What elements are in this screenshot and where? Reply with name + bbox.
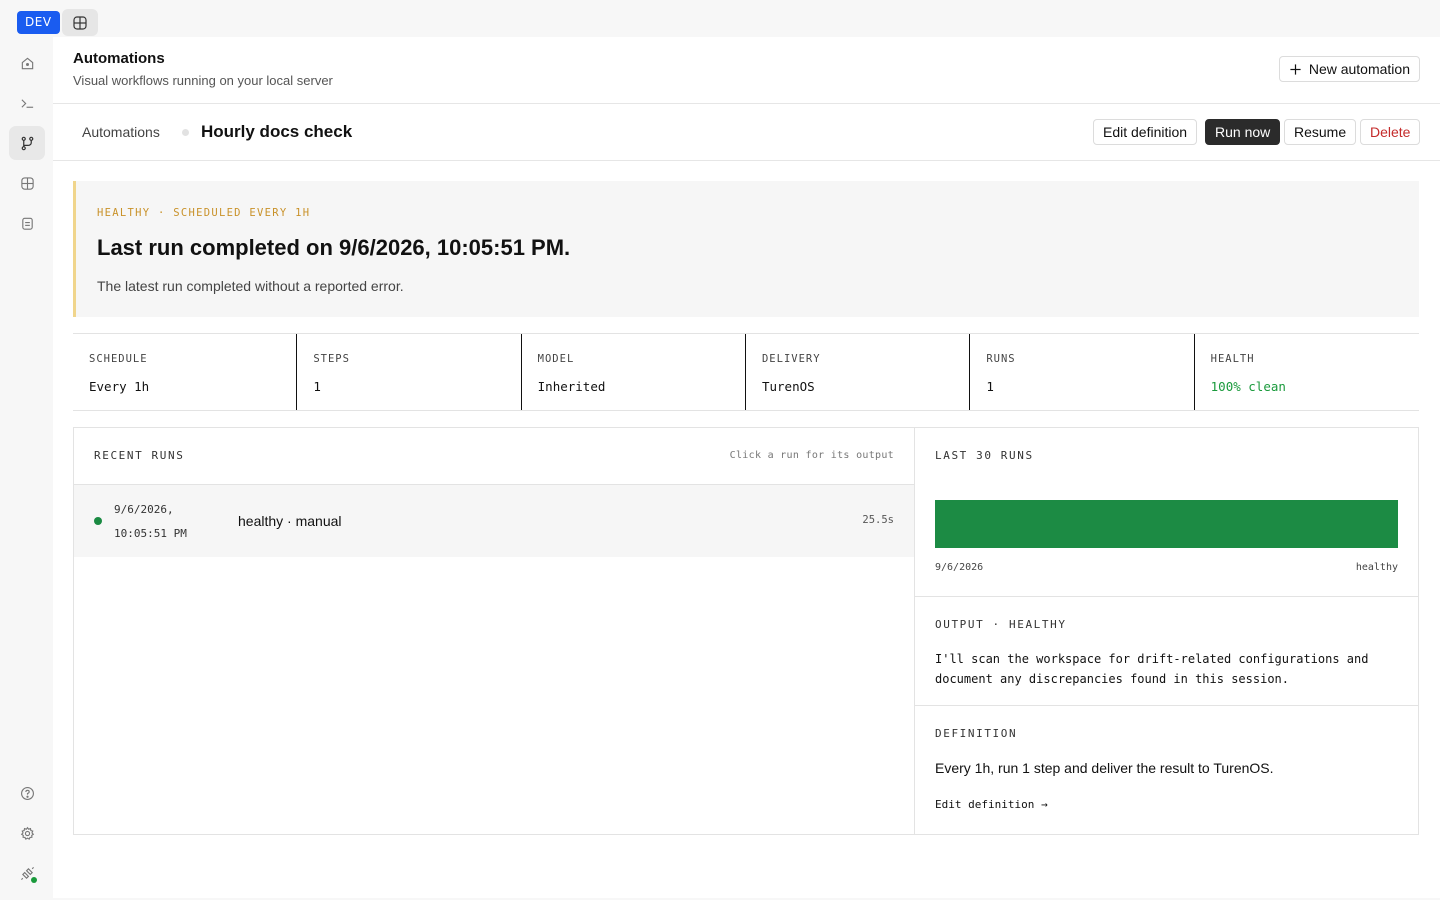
home-icon — [21, 57, 33, 69]
new-automation-label: New automation — [1308, 61, 1410, 77]
status-description: The latest run completed without a repor… — [97, 278, 404, 294]
last-runs-section: LAST 30 RUNS 9/6/2026 healthy — [915, 428, 1418, 597]
run-detail-panel: LAST 30 RUNS 9/6/2026 healthy OUTPUT · H… — [915, 428, 1418, 834]
automation-name: Hourly docs check — [201, 122, 353, 141]
edit-definition-link[interactable]: Edit definition → — [935, 798, 1048, 811]
sidebar-item-automations[interactable] — [9, 126, 45, 160]
run-history-end-label: healthy — [1355, 562, 1398, 573]
recent-runs-header: RECENT RUNS Click a run for its output — [74, 428, 914, 485]
stat-value: 100% clean — [1210, 379, 1286, 394]
definition-section: DEFINITION Every 1h, run 1 step and deli… — [915, 706, 1418, 834]
sidebar — [0, 37, 53, 900]
stat-label: DELIVERY — [761, 353, 821, 365]
stats-row: SCHEDULE Every 1h STEPS 1 MODEL Inherite… — [73, 333, 1419, 411]
run-label: healthy · manual — [238, 513, 342, 529]
breadcrumb-separator — [182, 129, 189, 136]
recent-runs-title: RECENT RUNS — [94, 449, 185, 462]
main-panel: Automations Visual workflows running on … — [53, 37, 1440, 898]
definition-text: Every 1h, run 1 step and deliver the res… — [935, 760, 1274, 776]
stat-label: STEPS — [313, 353, 350, 365]
details-grid: RECENT RUNS Click a run for its output 9… — [73, 427, 1419, 835]
stat-value: 1 — [313, 379, 321, 394]
edit-definition-button[interactable]: Edit definition — [1093, 119, 1198, 145]
run-history-start-label: 9/6/2026 — [935, 562, 984, 573]
help-icon — [20, 786, 34, 800]
recent-runs-panel: RECENT RUNS Click a run for its output 9… — [74, 428, 915, 834]
run-status-dot — [94, 517, 102, 525]
status-banner: HEALTHY · SCHEDULED EVERY 1H Last run co… — [73, 181, 1419, 317]
env-badge: DEV — [17, 11, 60, 34]
run-duration: 25.5s — [862, 514, 894, 526]
stat-label: RUNS — [986, 353, 1016, 365]
stat-value: Every 1h — [89, 379, 150, 394]
sidebar-connection[interactable] — [9, 856, 45, 890]
run-date: 9/6/2026, 10:05:51 PM — [114, 503, 187, 540]
stat-label: SCHEDULE — [89, 353, 148, 365]
recent-runs-hint: Click a run for its output — [729, 450, 894, 461]
definition-title: DEFINITION — [935, 727, 1018, 740]
terminal-icon — [20, 98, 33, 108]
output-title: OUTPUT · HEALTHY — [935, 618, 1067, 631]
connection-status-dot — [31, 877, 37, 883]
output-section: OUTPUT · HEALTHY I'll scan the workspace… — [915, 597, 1418, 706]
clipboard-icon — [21, 217, 33, 230]
run-history-bar[interactable] — [935, 500, 1398, 548]
page-title: Automations — [73, 50, 165, 67]
sidebar-item-terminal[interactable] — [9, 86, 45, 120]
stat-health: HEALTH 100% clean — [1195, 334, 1419, 410]
stat-value: Inherited — [537, 379, 606, 394]
stat-label: HEALTH — [1210, 353, 1255, 365]
grid-plus-icon — [20, 176, 34, 190]
run-row[interactable]: 9/6/2026, 10:05:51 PM healthy · manual 2… — [74, 485, 914, 557]
workspace-grid-icon[interactable] — [62, 9, 98, 36]
stat-value: TurenOS — [761, 379, 815, 394]
run-now-button[interactable]: Run now — [1205, 119, 1281, 145]
gear-icon — [20, 826, 34, 840]
plus-icon — [1290, 63, 1301, 75]
workflow-icon — [21, 136, 33, 150]
output-text: I'll scan the workspace for drift-relate… — [935, 652, 1369, 686]
sidebar-item-tasks[interactable] — [9, 206, 45, 240]
stat-label: MODEL — [537, 353, 575, 365]
automation-toolbar: Automations Hourly docs check Edit defin… — [53, 104, 1440, 161]
stat-model: MODEL Inherited — [522, 334, 746, 410]
sidebar-help[interactable] — [9, 776, 45, 810]
page-header: Automations Visual workflows running on … — [53, 37, 1440, 104]
top-bar: DEV — [0, 0, 1440, 37]
sidebar-settings[interactable] — [9, 816, 45, 850]
status-title: Last run completed on 9/6/2026, 10:05:51… — [97, 235, 571, 260]
last-runs-title: LAST 30 RUNS — [935, 449, 1034, 462]
new-automation-button[interactable]: New automation — [1278, 56, 1420, 82]
stat-schedule: SCHEDULE Every 1h — [73, 334, 298, 410]
stat-runs: RUNS 1 — [970, 334, 1195, 410]
sidebar-item-home[interactable] — [9, 46, 45, 80]
resume-button[interactable]: Resume — [1284, 119, 1357, 145]
breadcrumb-root[interactable]: Automations — [82, 124, 160, 140]
stat-delivery: DELIVERY TurenOS — [746, 334, 971, 410]
delete-button[interactable]: Delete — [1360, 119, 1421, 145]
sidebar-item-grid[interactable] — [9, 166, 45, 200]
stat-steps: STEPS 1 — [297, 334, 522, 410]
status-kicker: HEALTHY · SCHEDULED EVERY 1H — [97, 207, 311, 219]
page-subtitle: Visual workflows running on your local s… — [73, 73, 333, 88]
stat-value: 1 — [986, 379, 994, 394]
